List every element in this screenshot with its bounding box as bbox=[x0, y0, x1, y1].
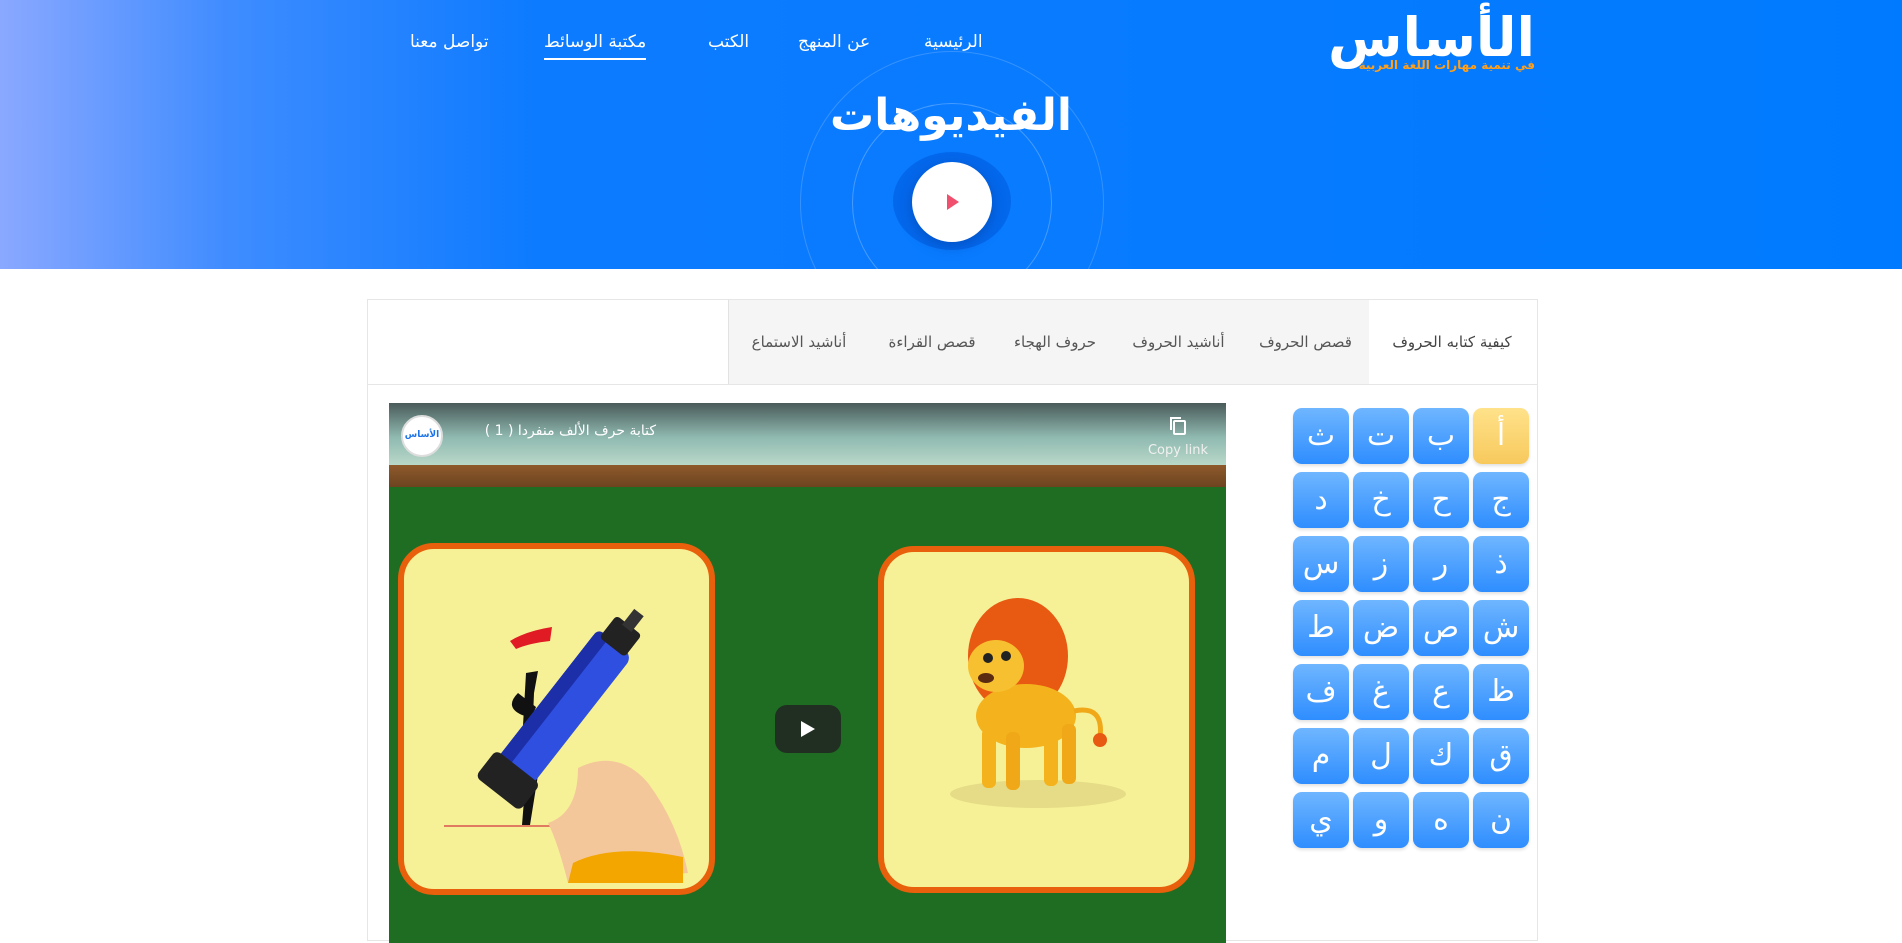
letter-button[interactable]: ه bbox=[1413, 792, 1469, 848]
media-panel: كيفية كتابه الحروف قصص الحروف أناشيد الح… bbox=[367, 299, 1538, 943]
letter-button[interactable]: س bbox=[1293, 536, 1349, 592]
letter-button[interactable]: غ bbox=[1353, 664, 1409, 720]
page-title: الفيديوهات bbox=[830, 90, 1072, 141]
letter-button[interactable]: ي bbox=[1293, 792, 1349, 848]
letter-button[interactable]: ذ bbox=[1473, 536, 1529, 592]
lion-illustration bbox=[950, 598, 1126, 808]
letter-button[interactable]: م bbox=[1293, 728, 1349, 784]
lion-card bbox=[878, 546, 1195, 893]
letter-button[interactable]: ق bbox=[1473, 728, 1529, 784]
letter-button[interactable]: ر bbox=[1413, 536, 1469, 592]
letter-button[interactable]: أ bbox=[1473, 408, 1529, 464]
video-board-frame bbox=[389, 465, 1226, 487]
tab-alphabet[interactable]: حروف الهجاء bbox=[994, 300, 1115, 384]
letter-button[interactable]: ع bbox=[1413, 664, 1469, 720]
letter-button[interactable]: ز bbox=[1353, 536, 1409, 592]
letter-button[interactable]: ح bbox=[1413, 472, 1469, 528]
tab-letter-stories[interactable]: قصص الحروف bbox=[1241, 300, 1369, 384]
letter-button[interactable]: ج bbox=[1473, 472, 1529, 528]
copy-icon bbox=[1170, 417, 1186, 435]
letter-button[interactable]: ش bbox=[1473, 600, 1529, 656]
nav-media-library[interactable]: مكتبة الوسائط bbox=[544, 28, 647, 60]
letter-button[interactable]: و bbox=[1353, 792, 1409, 848]
site-logo[interactable]: الأساس في تنمية مهارات اللغة العربية bbox=[1328, 8, 1536, 73]
letter-button[interactable]: ب bbox=[1413, 408, 1469, 464]
tab-letter-writing[interactable]: كيفية كتابه الحروف bbox=[1368, 300, 1536, 384]
video-play-button[interactable] bbox=[775, 705, 841, 753]
tab-reading-stories[interactable]: قصص القراءة bbox=[868, 300, 995, 384]
letter-button[interactable]: ص bbox=[1413, 600, 1469, 656]
copy-link-label: Copy link bbox=[1147, 443, 1209, 458]
copy-link-button[interactable]: Copy link bbox=[1146, 415, 1210, 459]
nav-contact[interactable]: تواصل معنا bbox=[410, 28, 489, 58]
letter-button[interactable]: خ bbox=[1353, 472, 1409, 528]
letter-button[interactable]: د bbox=[1293, 472, 1349, 528]
letter-button[interactable]: ث bbox=[1293, 408, 1349, 464]
hand-writing-illustration bbox=[444, 608, 688, 883]
hero-play-button[interactable] bbox=[912, 162, 992, 242]
video-title[interactable]: كتابة حرف الألف منفردا ( 1 ) bbox=[485, 423, 656, 439]
letter-button[interactable]: ك bbox=[1413, 728, 1469, 784]
tab-listening-songs[interactable]: أناشيد الاستماع bbox=[728, 300, 869, 384]
letter-button[interactable]: ل bbox=[1353, 728, 1409, 784]
nav-books[interactable]: الكتب bbox=[708, 28, 749, 58]
letter-button[interactable]: ت bbox=[1353, 408, 1409, 464]
letter-button[interactable]: ن bbox=[1473, 792, 1529, 848]
video-player[interactable]: الأساس كتابة حرف الألف منفردا ( 1 ) Copy… bbox=[389, 403, 1226, 943]
writing-card bbox=[398, 543, 715, 895]
letter-button[interactable]: ف bbox=[1293, 664, 1349, 720]
youtube-play-icon bbox=[801, 721, 815, 737]
category-tabs: كيفية كتابه الحروف قصص الحروف أناشيد الح… bbox=[368, 300, 1537, 385]
letter-button[interactable]: ض bbox=[1353, 600, 1409, 656]
letter-button[interactable]: ظ bbox=[1473, 664, 1529, 720]
channel-avatar[interactable]: الأساس bbox=[401, 415, 443, 457]
tab-letter-songs[interactable]: أناشيد الحروف bbox=[1114, 300, 1242, 384]
logo-tagline: في تنمية مهارات اللغة العربية bbox=[1358, 58, 1535, 72]
nav-about-curriculum[interactable]: عن المنهج bbox=[798, 28, 870, 58]
channel-avatar-text: الأساس bbox=[404, 430, 440, 440]
letter-button[interactable]: ط bbox=[1293, 600, 1349, 656]
hero-banner: الأساس في تنمية مهارات اللغة العربية الر… bbox=[0, 0, 1902, 269]
play-icon bbox=[947, 194, 959, 210]
